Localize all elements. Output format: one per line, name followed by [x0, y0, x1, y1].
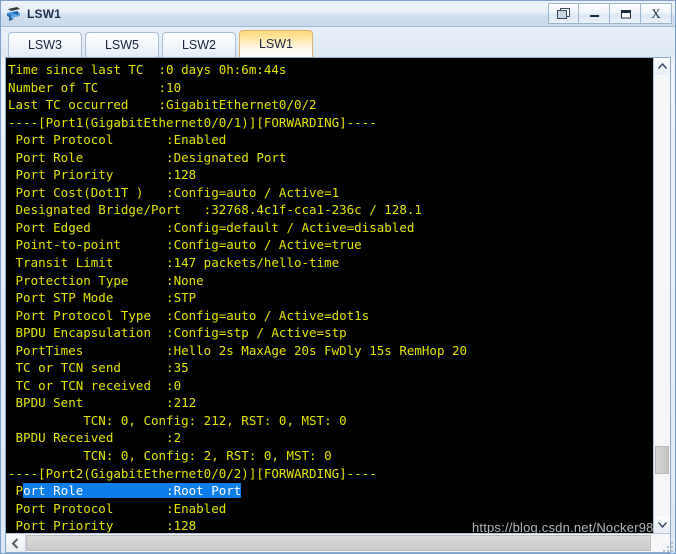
terminal-line: Port Role :Designated Port: [8, 149, 287, 165]
tab-lsw2[interactable]: LSW2: [162, 32, 236, 57]
terminal-line: TC or TCN received :0: [8, 377, 182, 393]
tab-label: LSW5: [104, 38, 140, 52]
terminal-line: ----[Port1(GigabitEthernet0/0/1)][FORWAR…: [8, 114, 377, 130]
terminal-line: PortTimes :Hello 2s MaxAge 20s FwDly 15s…: [8, 342, 468, 358]
terminal-line: Port Protocol :Enabled: [8, 500, 227, 516]
terminal-line: TCN: 0, Config: 212, RST: 0, MST: 0: [8, 412, 347, 428]
terminal-text: Time since last TC :0 days 0h:6m:44s Num…: [8, 61, 653, 533]
horizontal-scroll-thumb[interactable]: [26, 535, 651, 551]
window-buttons: X: [548, 3, 672, 25]
console-body: Time since last TC :0 days 0h:6m:44s Num…: [6, 58, 670, 533]
terminal-line: P: [8, 483, 24, 499]
vertical-scroll-track[interactable]: [654, 75, 670, 516]
vertical-scrollbar[interactable]: [653, 58, 670, 533]
terminal-line: TCN: 0, Config: 2, RST: 0, MST: 0: [8, 448, 332, 464]
terminal-line: Port Priority :128: [8, 518, 197, 533]
switch-device-icon: [5, 5, 23, 23]
vertical-scroll-thumb[interactable]: [655, 446, 669, 474]
tab-lsw1[interactable]: LSW1: [239, 30, 313, 57]
console-panel: Time since last TC :0 days 0h:6m:44s Num…: [5, 57, 671, 553]
terminal-line: Port Cost(Dot1T ) :Config=auto / Active=…: [8, 184, 340, 200]
terminal-line: Time since last TC :0 days 0h:6m:44s: [8, 62, 287, 77]
close-button[interactable]: X: [641, 3, 672, 24]
terminal-line: Port Protocol Type :Config=auto / Active…: [8, 307, 370, 323]
main-window: LSW1 X LSW3 LSW5 LSW2 LSW1 Time since la…: [0, 0, 676, 554]
close-icon-label: X: [651, 6, 661, 21]
tab-label: LSW3: [27, 38, 63, 52]
terminal-line: BPDU Encapsulation :Config=stp / Active=…: [8, 325, 347, 341]
terminal-line: BPDU Sent :212: [8, 395, 197, 411]
terminal-line: BPDU Received :2: [8, 430, 182, 446]
terminal-line: Designated Bridge/Port :32768.4c1f-cca1-…: [8, 202, 422, 218]
terminal-line: Port STP Mode :STP: [8, 290, 197, 306]
horizontal-scrollbar[interactable]: [6, 533, 670, 552]
resize-grip[interactable]: [661, 540, 673, 552]
terminal-line: TC or TCN send :35: [8, 360, 189, 376]
terminal-line: ----[Port2(GigabitEthernet0/0/2)][FORWAR…: [8, 465, 377, 481]
scroll-down-button[interactable]: [654, 516, 670, 533]
tab-lsw5[interactable]: LSW5: [85, 32, 159, 57]
terminal-line: Port Protocol :Enabled: [8, 132, 227, 148]
scroll-up-button[interactable]: [654, 58, 670, 75]
tab-bar: LSW3 LSW5 LSW2 LSW1: [1, 27, 675, 57]
terminal-output[interactable]: Time since last TC :0 days 0h:6m:44s Num…: [6, 58, 653, 533]
terminal-line: Last TC occurred :GigabitEthernet0/0/2: [8, 97, 317, 113]
maximize-button[interactable]: [610, 3, 641, 24]
terminal-line: Protection Type :None: [8, 272, 204, 288]
tab-label: LSW2: [181, 38, 217, 52]
restore-windows-button[interactable]: [548, 3, 579, 24]
scroll-left-button[interactable]: [6, 534, 26, 552]
title-bar: LSW1 X: [1, 1, 675, 27]
horizontal-scroll-track[interactable]: [26, 534, 670, 552]
terminal-line: Port Edged :Config=default / Active=disa…: [8, 219, 415, 235]
window-title: LSW1: [27, 6, 62, 21]
terminal-line: Number of TC :10: [8, 79, 182, 95]
minimize-button[interactable]: [579, 3, 610, 24]
terminal-line: Point-to-point :Config=auto / Active=tru…: [8, 237, 362, 253]
tab-lsw3[interactable]: LSW3: [8, 32, 82, 57]
tab-label: LSW1: [258, 37, 294, 51]
terminal-line: Port Priority :128: [8, 167, 197, 183]
selected-text[interactable]: ort Role :Root Port: [23, 483, 242, 499]
terminal-line: Transit Limit :147 packets/hello-time: [8, 255, 340, 271]
